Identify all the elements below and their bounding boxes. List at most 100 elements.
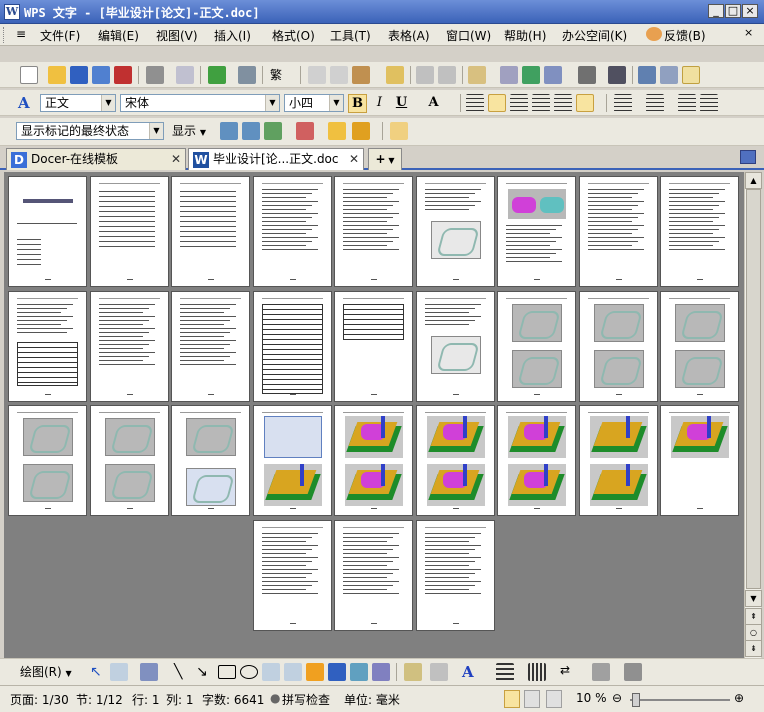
increase-indent-icon[interactable] — [700, 94, 718, 112]
line-style-icon[interactable] — [496, 663, 514, 681]
vertical-scrollbar[interactable]: ▲ ▼ ⇞ ○ ⇟ — [744, 172, 762, 658]
hyperlink-icon[interactable] — [522, 66, 540, 84]
zoom-slider-thumb[interactable] — [632, 693, 640, 707]
arrow-style-icon[interactable]: ⇄ — [560, 663, 578, 681]
accept-change-icon[interactable] — [264, 122, 282, 140]
page-thumbnail[interactable] — [497, 176, 576, 287]
style-select[interactable]: 正文 ▼ — [40, 94, 116, 112]
page-thumbnail[interactable] — [660, 176, 739, 287]
draw-menu-button[interactable]: 绘图(R) ▼ — [20, 663, 72, 681]
page-thumbnail[interactable] — [660, 405, 739, 516]
insert-clipart-icon[interactable] — [372, 663, 390, 681]
markup-view-select[interactable]: 显示标记的最终状态 ▼ — [16, 122, 164, 140]
close-tab-icon[interactable]: ✕ — [171, 149, 181, 169]
justify-icon[interactable] — [532, 94, 550, 112]
align-left-icon[interactable] — [466, 94, 484, 112]
menu-feedback[interactable]: 反馈(B) — [664, 27, 706, 44]
page-thumbnail[interactable] — [8, 405, 87, 516]
arrow-icon[interactable]: ↘ — [196, 663, 214, 681]
export-pdf-icon[interactable] — [114, 66, 132, 84]
scroll-thumb[interactable] — [746, 189, 761, 589]
select-browse-object-icon[interactable]: ○ — [745, 624, 762, 641]
zoom-slider-track[interactable] — [630, 699, 730, 701]
page-thumbnail[interactable] — [578, 290, 658, 402]
styles-icon[interactable]: A — [18, 94, 36, 112]
align-right-icon[interactable] — [510, 94, 528, 112]
underline-button[interactable]: U — [392, 94, 411, 113]
menu-tools[interactable]: 工具(T) — [330, 27, 371, 44]
page-thumbnail[interactable] — [415, 290, 495, 402]
save-icon[interactable] — [70, 66, 88, 84]
select-pointer-icon[interactable]: ↖ — [90, 663, 108, 681]
numbering-icon[interactable] — [614, 94, 632, 112]
print-preview-icon[interactable] — [176, 66, 194, 84]
menu-view[interactable]: 视图(V) — [156, 27, 198, 44]
page-thumbnail[interactable] — [8, 176, 87, 287]
menu-file[interactable]: 文件(F) — [40, 27, 80, 44]
scroll-down-icon[interactable]: ▼ — [745, 590, 762, 607]
vertical-textbox-icon[interactable] — [284, 663, 302, 681]
document-map-icon[interactable] — [638, 66, 656, 84]
web-view-icon[interactable] — [546, 690, 562, 708]
menu-edit[interactable]: 编辑(E) — [98, 27, 139, 44]
redo-icon[interactable] — [438, 66, 456, 84]
page-thumbnail[interactable] — [334, 519, 413, 631]
menu-table[interactable]: 表格(A) — [388, 27, 430, 44]
dash-style-icon[interactable] — [528, 663, 546, 681]
menu-window[interactable]: 窗口(W) — [446, 27, 491, 44]
font-color-button[interactable]: A — [424, 94, 443, 113]
fill-color-icon[interactable] — [404, 663, 422, 681]
page-thumbnail[interactable] — [334, 290, 413, 402]
rectangle-icon[interactable] — [218, 665, 236, 679]
new-comment-icon[interactable] — [328, 122, 346, 140]
scroll-up-icon[interactable]: ▲ — [745, 172, 762, 189]
outline-view-icon[interactable] — [524, 690, 540, 708]
page-thumbnail[interactable] — [415, 176, 495, 287]
page-thumbnail[interactable] — [252, 405, 332, 516]
previous-change-icon[interactable] — [220, 122, 238, 140]
brush-icon[interactable] — [386, 66, 404, 84]
page-thumbnail[interactable] — [334, 176, 413, 287]
select-objects-icon[interactable] — [110, 663, 128, 681]
page-thumbnail[interactable] — [252, 290, 332, 402]
align-center-icon[interactable] — [488, 94, 506, 112]
page-thumbnail[interactable] — [252, 176, 332, 287]
distribute-icon[interactable] — [554, 94, 572, 112]
open-icon[interactable] — [48, 66, 66, 84]
page-thumbnail[interactable] — [415, 519, 495, 631]
autoshapes-icon[interactable] — [140, 663, 158, 681]
font-select[interactable]: 宋体 ▼ — [120, 94, 280, 112]
zoom-level[interactable]: 10 % — [576, 691, 607, 705]
tab-thesis-doc[interactable]: W 毕业设计[论...正文.doc ✕ — [188, 148, 364, 170]
reject-change-icon[interactable] — [296, 122, 314, 140]
cut-icon[interactable] — [330, 66, 348, 84]
menu-grip[interactable] — [3, 27, 6, 43]
columns-icon[interactable] — [578, 66, 596, 84]
page-thumbnail[interactable] — [415, 405, 495, 516]
menu-format[interactable]: 格式(O) — [272, 27, 315, 44]
wordart-icon[interactable] — [328, 663, 346, 681]
new-tab-button[interactable]: + ▼ — [368, 148, 402, 170]
paste-icon[interactable] — [352, 66, 370, 84]
undo-icon[interactable] — [416, 66, 434, 84]
print-icon[interactable] — [146, 66, 164, 84]
table-grid-icon[interactable] — [544, 66, 562, 84]
close-button[interactable]: × — [742, 4, 758, 18]
chart-icon[interactable] — [608, 66, 626, 84]
page-thumbnail[interactable] — [171, 176, 250, 287]
page-thumbnail[interactable] — [578, 176, 658, 287]
page-thumbnail[interactable] — [578, 405, 658, 516]
traditional-chinese-button[interactable]: 繁 — [270, 66, 282, 84]
reading-mode-icon[interactable] — [682, 66, 700, 84]
menu-help[interactable]: 帮助(H) — [504, 27, 546, 44]
page-thumbnail[interactable] — [89, 290, 169, 402]
zoom-in-icon[interactable]: ⊕ — [734, 691, 744, 705]
font-size-select[interactable]: 小四 ▼ — [284, 94, 344, 112]
tab-docer-templates[interactable]: D Docer-在线模板 ✕ — [6, 148, 186, 170]
document-view-area[interactable] — [4, 172, 744, 658]
page-thumbnail[interactable] — [660, 290, 739, 402]
decrease-indent-icon[interactable] — [678, 94, 696, 112]
bold-button[interactable]: B — [348, 94, 367, 113]
menu-office-space[interactable]: 办公空间(K) — [562, 27, 627, 44]
show-markup-button[interactable]: 显示 ▼ — [172, 122, 206, 140]
